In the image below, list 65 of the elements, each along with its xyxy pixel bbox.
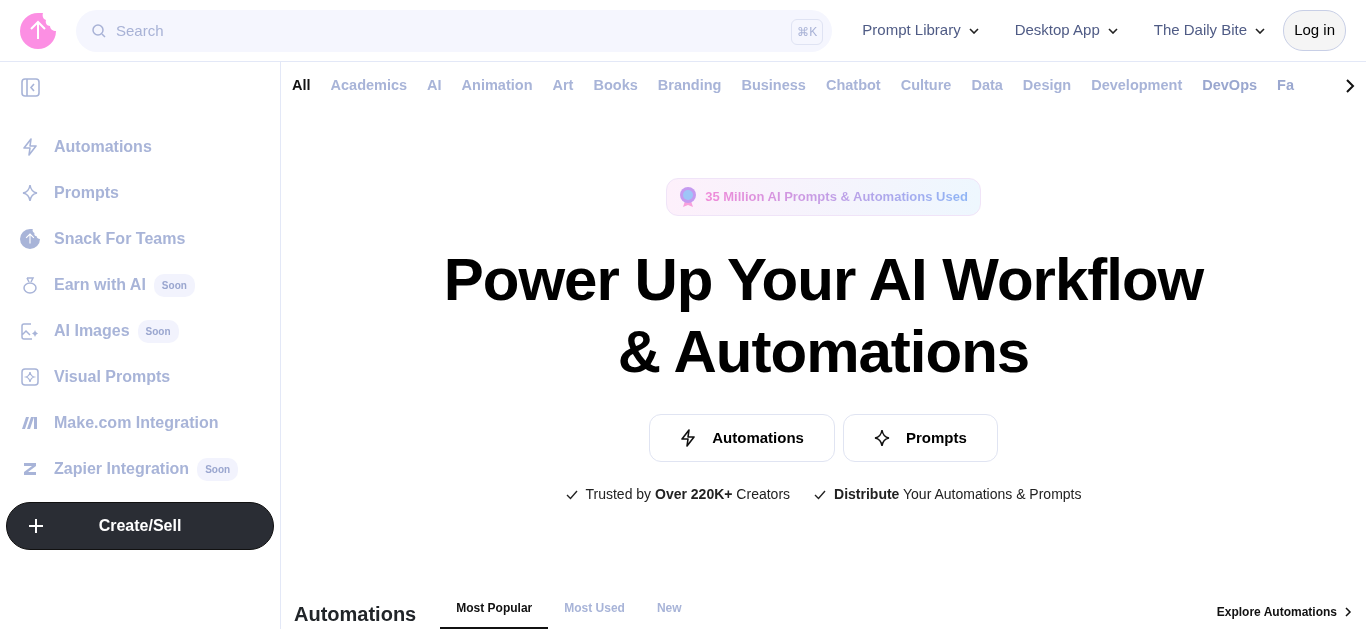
lightning-icon xyxy=(680,429,697,447)
award-icon xyxy=(679,187,698,207)
hero-button[interactable]: Prompts xyxy=(842,414,998,462)
section-tab[interactable]: Most Popular xyxy=(440,593,549,629)
feature-text: Distribute Your Automations & Prompts xyxy=(834,485,1082,504)
slashes-icon xyxy=(21,416,39,430)
nav-dropdown[interactable]: Desktop App xyxy=(1008,18,1124,43)
category-tab[interactable]: Business xyxy=(731,75,816,97)
soon-tag: Soon xyxy=(153,273,195,297)
create-sell-button[interactable]: Create/Sell xyxy=(6,502,274,550)
section-tab[interactable]: Most Used xyxy=(548,593,641,629)
hero-title: Power Up Your AI Workflow xyxy=(443,245,1204,315)
sidebar-item[interactable]: Visual Prompts xyxy=(0,354,280,400)
check-icon xyxy=(814,489,827,500)
z-icon xyxy=(22,462,38,476)
sidebar-item[interactable]: Snack For Teams xyxy=(0,216,280,262)
category-tab[interactable]: Academics xyxy=(320,75,418,97)
category-tab[interactable]: Data xyxy=(961,75,1013,97)
sidebar-item[interactable]: Earn with AI Soon xyxy=(0,262,280,308)
category-tab[interactable]: Design xyxy=(1012,75,1082,97)
sidebar-item[interactable]: Automations xyxy=(0,124,280,170)
section-title: Automations xyxy=(294,602,417,627)
sparkle-icon xyxy=(22,184,38,202)
category-tab[interactable]: AI xyxy=(417,75,452,97)
lightning-icon xyxy=(22,138,38,156)
explore-automations-link[interactable]: Explore Automations xyxy=(1216,603,1352,621)
sparkle-icon xyxy=(873,429,890,447)
login-button[interactable]: Log in xyxy=(1283,10,1346,51)
nav-dropdown[interactable]: The Daily Bite xyxy=(1147,18,1272,43)
category-tab[interactable]: Fa xyxy=(1267,75,1304,97)
chevron-down-icon xyxy=(968,27,979,34)
category-tab[interactable]: Culture xyxy=(890,75,962,97)
soon-tag: Soon xyxy=(137,319,179,343)
sidebar-item[interactable]: Prompts xyxy=(0,170,280,216)
hero-button[interactable]: Automations xyxy=(649,414,835,462)
search-icon xyxy=(92,23,106,38)
soon-tag: Soon xyxy=(197,457,239,481)
framed-sparkle-icon xyxy=(21,368,39,386)
chevron-down-icon xyxy=(1107,27,1118,34)
category-tab[interactable]: Books xyxy=(583,75,648,97)
section-tab[interactable]: New xyxy=(640,593,698,629)
chevron-down-icon xyxy=(1255,27,1266,34)
nav-dropdown[interactable]: Prompt Library xyxy=(856,18,985,43)
category-tab[interactable]: Development xyxy=(1081,75,1193,97)
category-tab[interactable]: Branding xyxy=(647,75,732,97)
category-tab[interactable]: Animation xyxy=(451,75,543,97)
logo-icon[interactable] xyxy=(20,12,56,49)
check-icon xyxy=(565,489,578,500)
chevron-right-icon xyxy=(1345,607,1352,617)
shortcut-hint: ⌘K xyxy=(791,18,824,45)
sidebar-item[interactable]: Zapier Integration Soon xyxy=(0,446,280,492)
sidebar-item[interactable]: Make.com Integration xyxy=(0,400,280,446)
collapse-sidebar-icon[interactable] xyxy=(21,78,41,98)
image-sparkle-icon xyxy=(21,322,39,340)
category-tab[interactable]: All xyxy=(282,75,321,97)
category-tab[interactable]: Art xyxy=(542,75,584,97)
logo-icon xyxy=(20,229,40,249)
hero-title: & Automations xyxy=(616,317,1031,387)
feature-text: Trusted by Over 220K+ Creators xyxy=(585,485,791,504)
money-bag-icon xyxy=(22,276,38,294)
category-tab[interactable]: Chatbot xyxy=(815,75,891,97)
stats-badge: 35 Million AI Prompts & Automations Used xyxy=(666,178,981,216)
sidebar-item[interactable]: AI Images Soon xyxy=(0,308,280,354)
plus-icon xyxy=(29,519,43,533)
category-tab[interactable]: DevOps xyxy=(1192,75,1268,97)
